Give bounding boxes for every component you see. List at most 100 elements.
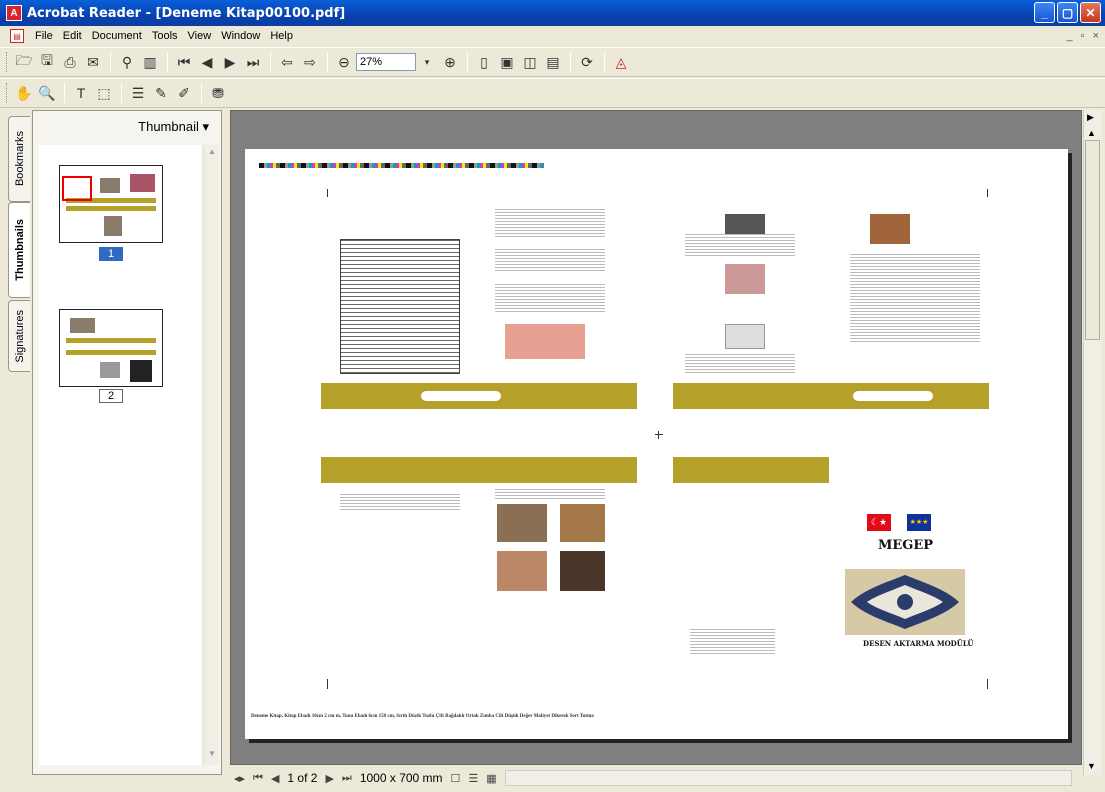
menu-view[interactable]: View <box>183 30 217 42</box>
find-icon[interactable]: ⚲ <box>116 51 138 73</box>
zoom-in-icon[interactable]: ⊕ <box>439 51 461 73</box>
eu-flag: ★★★ <box>907 514 931 531</box>
next-page-icon[interactable]: ▶ <box>219 51 241 73</box>
text-select-icon[interactable]: T <box>70 82 92 104</box>
thumbnail-panel: Thumbnail ▾ 1 2 ▲ ▼ <box>32 110 222 775</box>
last-page-icon[interactable]: ⏭ <box>242 51 264 73</box>
vertical-scrollbar[interactable]: ▶ ▲ ▼ <box>1083 110 1101 775</box>
toolbar-grip-2[interactable] <box>6 83 9 103</box>
menu-document[interactable]: Document <box>87 30 147 42</box>
thumbnail-page-1-number: 1 <box>99 247 123 261</box>
minimize-button[interactable]: _ <box>1034 2 1055 23</box>
toolbar-grip[interactable] <box>6 52 9 72</box>
previous-page-icon[interactable]: ◀ <box>196 51 218 73</box>
adobe-online-icon[interactable]: ◬ <box>610 51 632 73</box>
menu-tools[interactable]: Tools <box>147 30 183 42</box>
horizontal-scrollbar[interactable] <box>504 770 1072 786</box>
thumbnail-page-2-number: 2 <box>99 389 123 403</box>
zoom-dropdown-icon[interactable]: ▾ <box>416 51 438 73</box>
note-tool-icon[interactable]: ☰ <box>127 82 149 104</box>
menu-help[interactable]: Help <box>265 30 298 42</box>
page-size: 1000 x 700 mm <box>359 771 443 785</box>
close-button[interactable]: ✕ <box>1080 2 1101 23</box>
content-table <box>340 239 460 374</box>
tab-bookmarks-label: Bookmarks <box>13 131 26 187</box>
page-indicator[interactable]: 1 of 2 <box>287 771 317 785</box>
menu-file[interactable]: File <box>30 30 58 42</box>
actual-size-icon[interactable]: ▯ <box>473 51 495 73</box>
status-prev-page-icon[interactable]: ◀ <box>271 772 279 785</box>
toolbar-tools: ✋ 🔍 T ⬚ ☰ ✎ ✐ ⛃ <box>0 78 1105 108</box>
hand-tool-icon[interactable]: ✋ <box>13 82 35 104</box>
zoom-input[interactable] <box>356 53 416 71</box>
zoom-tool-icon[interactable]: 🔍 <box>36 82 58 104</box>
open-icon[interactable]: 🗁 <box>13 51 35 73</box>
first-page-icon[interactable]: ⏮ <box>173 51 195 73</box>
page-footer-text: Deneme Kitap, Kitap Ebadı 10cm 2 cm m, T… <box>251 714 594 719</box>
status-next-page-icon[interactable]: ▶ <box>325 772 333 785</box>
navigation-pane-icon[interactable]: ▥ <box>139 51 161 73</box>
rotate-view-icon[interactable]: ⟳ <box>576 51 598 73</box>
title-bar: A Acrobat Reader - [Deneme Kitap00100.pd… <box>0 0 1105 26</box>
graphics-select-icon[interactable]: ⬚ <box>93 82 115 104</box>
section-band-left <box>321 383 637 409</box>
maximize-button[interactable]: ▢ <box>1057 2 1078 23</box>
print-icon[interactable]: ⎙ <box>59 51 81 73</box>
color-calibration-bar <box>259 163 544 168</box>
thumbnail-page-2[interactable] <box>59 309 163 387</box>
section-band-right <box>673 383 989 409</box>
facing-icon[interactable]: ▦ <box>486 772 496 785</box>
scroll-right-page-icon[interactable]: ▶ <box>1087 112 1094 123</box>
fit-width-icon[interactable]: ◫ <box>519 51 541 73</box>
go-forward-icon[interactable]: ⇨ <box>299 51 321 73</box>
save-icon[interactable]: 🖫 <box>36 51 58 73</box>
scroll-up-icon[interactable]: ▲ <box>1087 128 1096 138</box>
thumbnail-list: 1 2 <box>39 145 201 765</box>
scroll-thumb[interactable] <box>1085 140 1100 340</box>
doc-minimize-button[interactable]: _ <box>1067 30 1073 42</box>
highlight-tool-icon[interactable]: ✐ <box>173 82 195 104</box>
zoom-out-icon[interactable]: ⊖ <box>333 51 355 73</box>
pdf-document-icon[interactable]: ▤ <box>10 29 24 43</box>
tab-signatures[interactable]: Signatures <box>8 300 30 372</box>
thumbnail-scrollbar[interactable]: ▲ ▼ <box>203 145 219 765</box>
status-bar: ◂▸ ⏮ ◀ 1 of 2 ▶ ⏭ 1000 x 700 mm ☐ ☰ ▦ <box>230 767 1082 789</box>
window-title: Acrobat Reader - [Deneme Kitap00100.pdf] <box>27 5 346 21</box>
tab-bookmarks[interactable]: Bookmarks <box>8 116 30 202</box>
side-tab-strip: Bookmarks Thumbnails Signatures <box>0 110 34 790</box>
scroll-down-icon[interactable]: ▼ <box>206 749 218 763</box>
menu-window[interactable]: Window <box>216 30 265 42</box>
continuous-icon[interactable]: ☰ <box>468 772 478 785</box>
scroll-down-icon[interactable]: ▼ <box>1087 761 1096 771</box>
tab-thumbnails-label: Thumbnails <box>13 219 26 281</box>
tab-signatures-label: Signatures <box>13 309 26 363</box>
pencil-tool-icon[interactable]: ✎ <box>150 82 172 104</box>
status-last-page-icon[interactable]: ⏭ <box>342 772 352 785</box>
menu-bar: ▤ File Edit Document Tools View Window H… <box>0 26 1105 46</box>
section-band-lower-right <box>673 457 829 483</box>
single-page-icon[interactable]: ☐ <box>451 772 461 785</box>
toolbar-main: 🗁 🖫 ⎙ ✉ ⚲ ▥ ⏮ ◀ ▶ ⏭ ⇦ ⇨ ⊖ ▾ ⊕ ▯ ▣ ◫ ▤ ⟳ … <box>0 47 1105 77</box>
turkey-flag: ☾★ <box>867 514 891 531</box>
viewport-highlight[interactable] <box>62 176 92 201</box>
doc-close-button[interactable]: × <box>1093 30 1099 42</box>
status-first-page-icon[interactable]: ⏮ <box>253 772 263 785</box>
scroll-up-icon[interactable]: ▲ <box>206 147 218 161</box>
menu-edit[interactable]: Edit <box>58 30 87 42</box>
go-back-icon[interactable]: ⇦ <box>276 51 298 73</box>
pdf-page: ☾★ ★★★ MEGEP DESEN AKTARMA MODÜLÜ Deneme… <box>245 149 1068 739</box>
section-band-lower-left <box>321 457 637 483</box>
thumbnail-page-1[interactable] <box>59 165 163 243</box>
reflow-icon[interactable]: ▤ <box>542 51 564 73</box>
document-view[interactable]: ☾★ ★★★ MEGEP DESEN AKTARMA MODÜLÜ Deneme… <box>230 110 1082 765</box>
ebook-tool-icon[interactable]: ⛃ <box>207 82 229 104</box>
tab-thumbnails[interactable]: Thumbnails <box>8 202 30 298</box>
email-icon[interactable]: ✉ <box>82 51 104 73</box>
fit-page-icon[interactable]: ▣ <box>496 51 518 73</box>
module-title: DESEN AKTARMA MODÜLÜ <box>863 639 974 648</box>
doc-restore-button[interactable]: ▫ <box>1081 30 1085 42</box>
split-arrows-icon[interactable]: ◂▸ <box>234 772 245 785</box>
acrobat-icon: A <box>6 5 22 21</box>
thumbnail-options-menu[interactable]: Thumbnail ▾ <box>33 111 221 143</box>
megep-logo-text: MEGEP <box>878 538 934 553</box>
